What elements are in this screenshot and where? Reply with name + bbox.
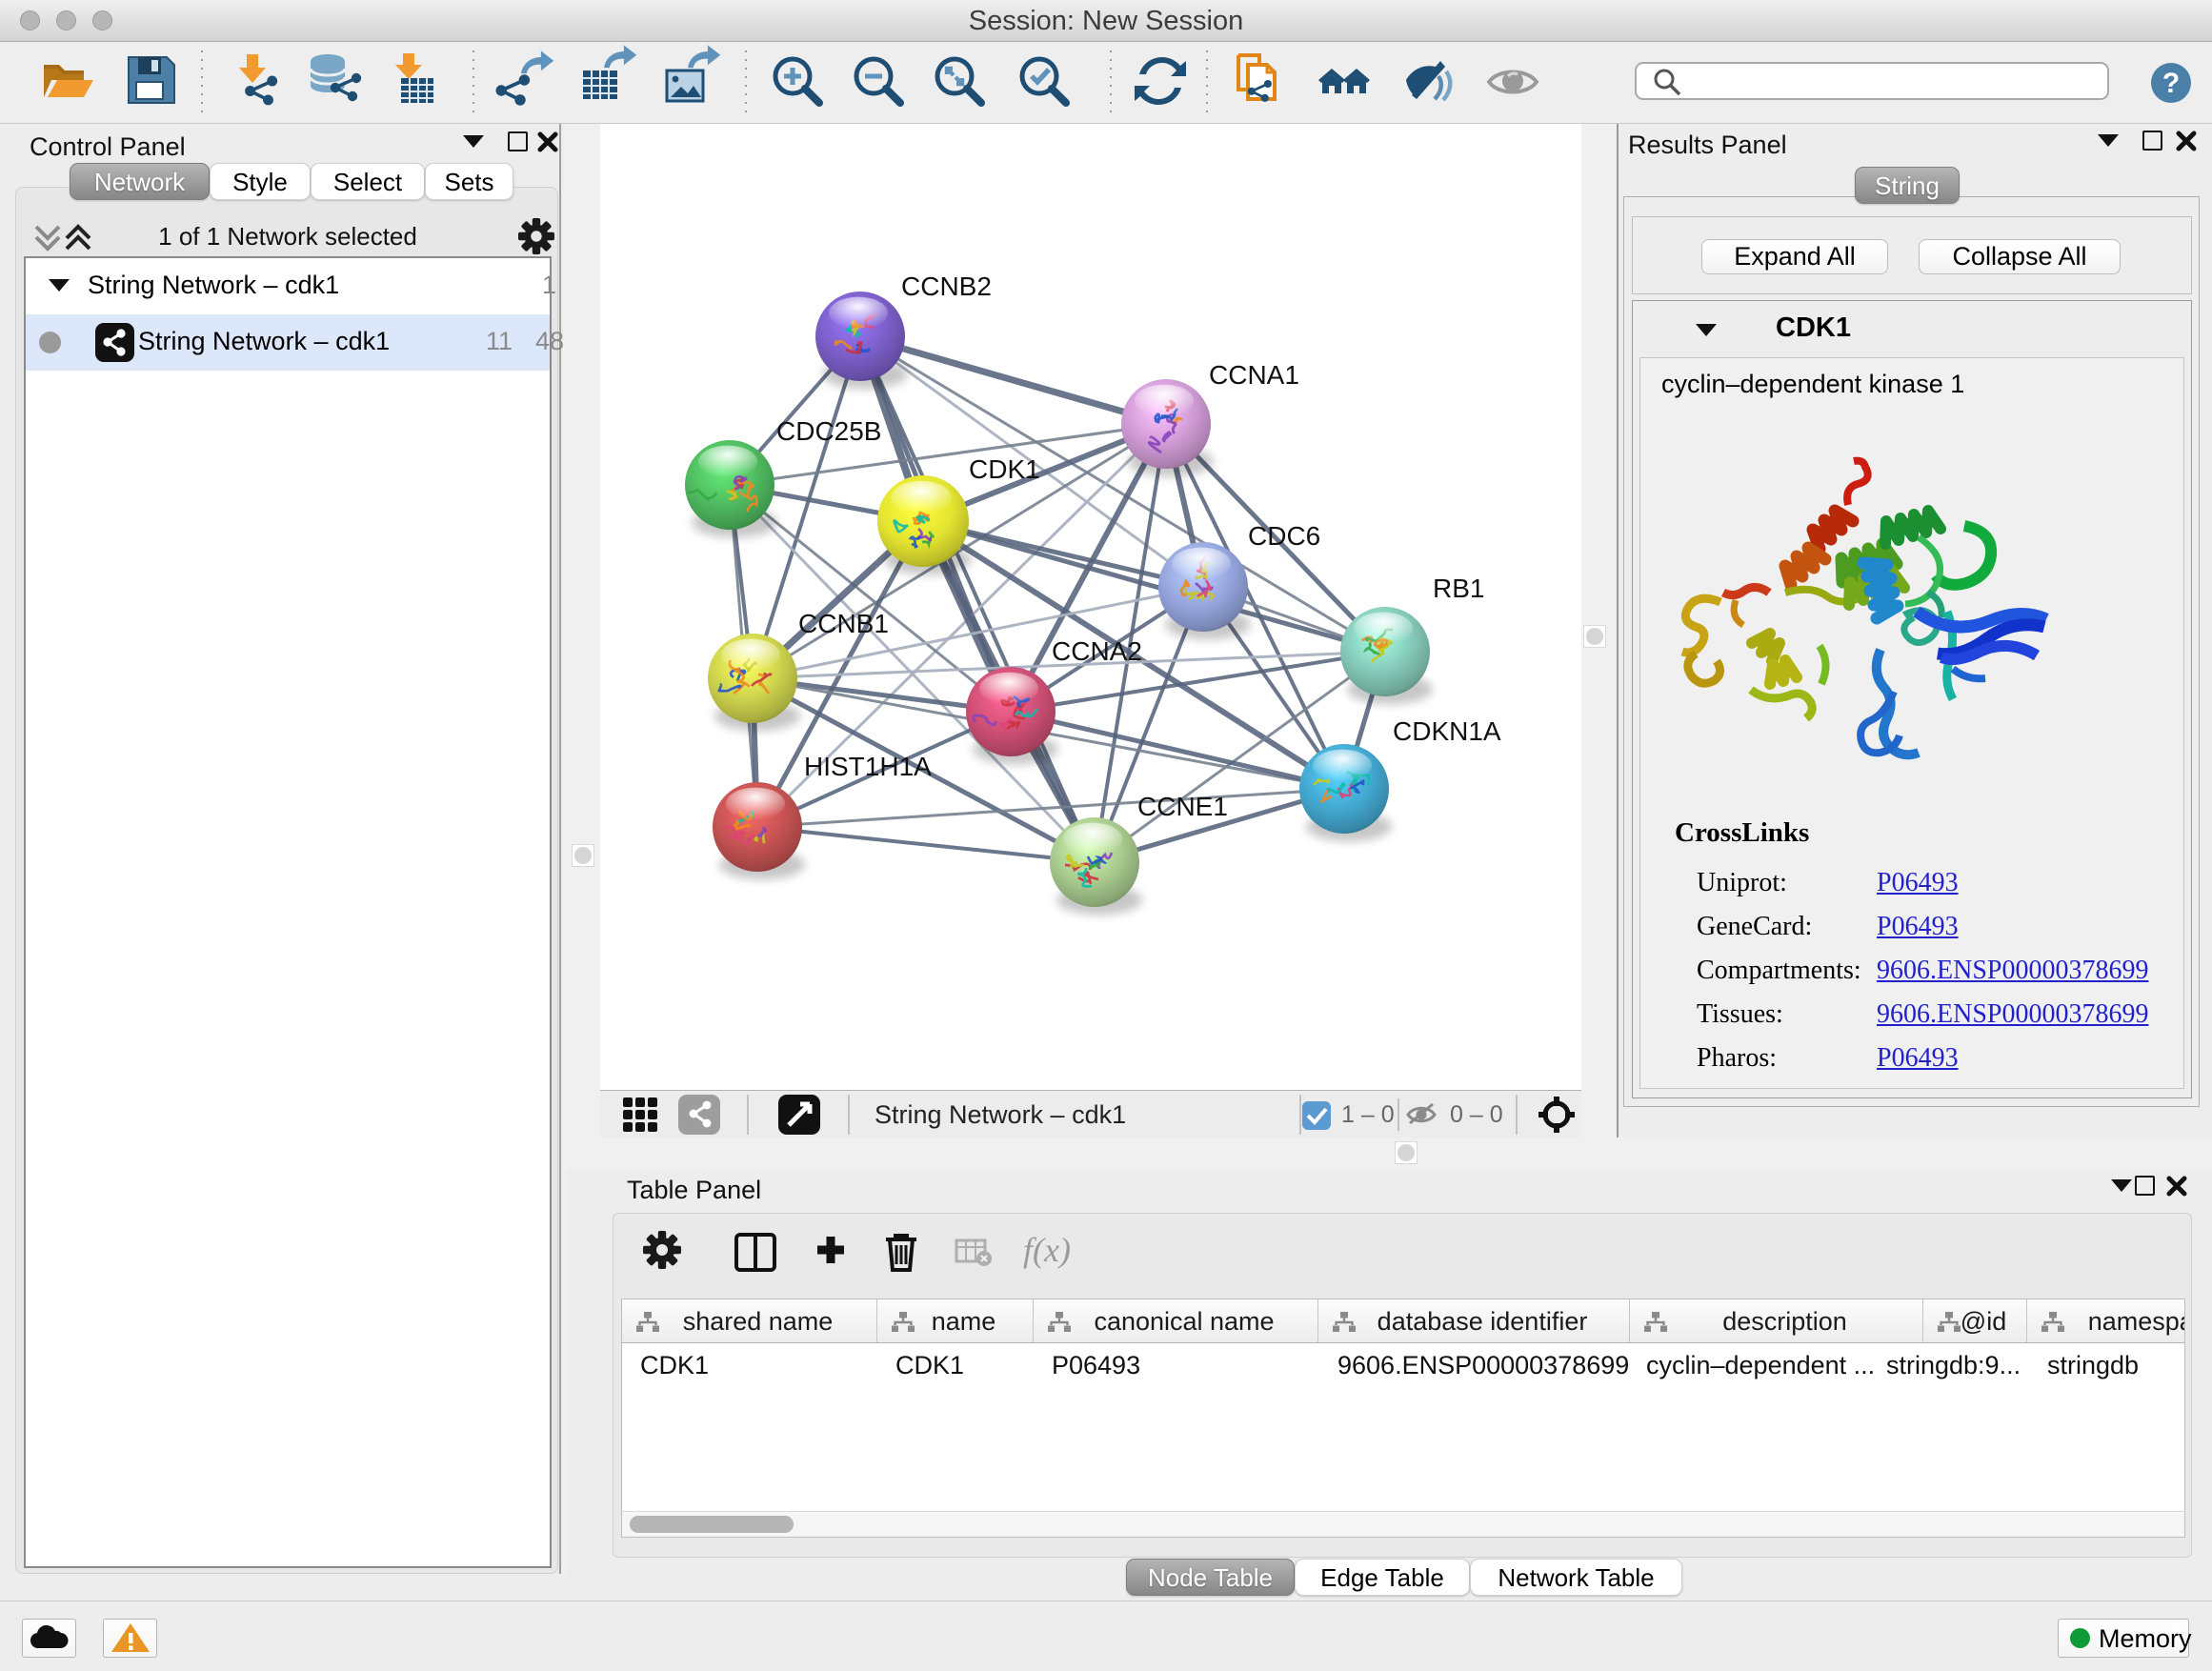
svg-text:0 – 0: 0 – 0: [1450, 1101, 1503, 1128]
svg-text:RB1: RB1: [1433, 574, 1484, 603]
svg-text:CCNA1: CCNA1: [1209, 360, 1299, 390]
svg-text:CDK1: CDK1: [969, 454, 1040, 484]
svg-text:HIST1H1A: HIST1H1A: [804, 752, 932, 781]
svg-text:?: ?: [2162, 68, 2180, 99]
svg-text:CDC6: CDC6: [1248, 521, 1320, 551]
svg-text:f(x): f(x): [1023, 1231, 1071, 1269]
svg-text:CDC25B: CDC25B: [776, 416, 881, 446]
svg-text:1 – 0: 1 – 0: [1341, 1101, 1395, 1128]
svg-text:CCNB1: CCNB1: [798, 609, 889, 638]
svg-text:CDKN1A: CDKN1A: [1393, 716, 1501, 746]
svg-text:CCNA2: CCNA2: [1052, 636, 1142, 666]
svg-text:CCNB2: CCNB2: [901, 272, 992, 301]
svg-text:CCNE1: CCNE1: [1137, 792, 1228, 821]
svg-text:String Network – cdk1: String Network – cdk1: [875, 1100, 1126, 1129]
